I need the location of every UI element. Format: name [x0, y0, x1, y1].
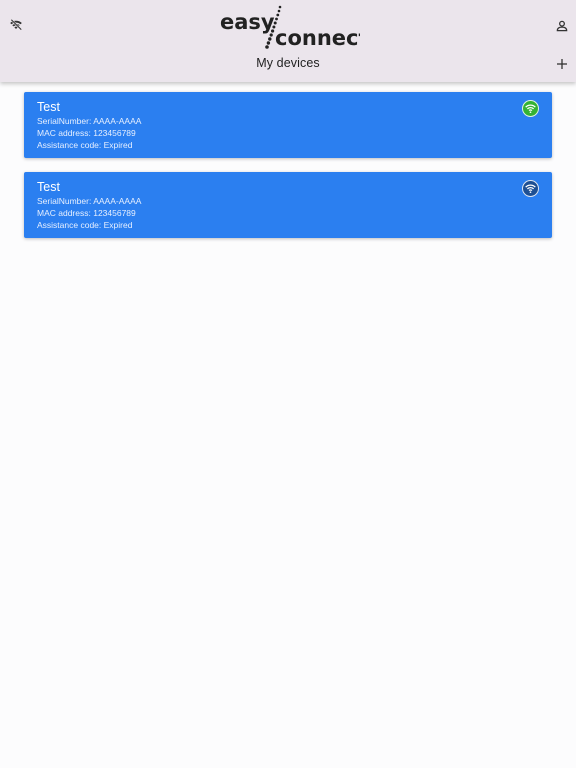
device-name: Test [37, 180, 60, 194]
account-button[interactable] [549, 13, 575, 39]
app-header: easy connect My devices [0, 0, 576, 82]
logo-text-connect: connect [275, 26, 360, 50]
device-name: Test [37, 100, 60, 114]
device-serial: SerialNumber: AAAA-AAAA [37, 196, 142, 206]
account-icon [556, 20, 568, 32]
device-assistance-code: Assistance code: Expired [37, 220, 133, 230]
logo-text-easy: easy [220, 10, 275, 34]
add-device-button[interactable] [549, 51, 575, 77]
wifi-offline-icon [522, 180, 539, 197]
page-title: My devices [256, 56, 320, 70]
easyconnect-logo: easy connect [220, 3, 360, 53]
device-serial: SerialNumber: AAAA-AAAA [37, 116, 142, 126]
wifi-online-icon [522, 100, 539, 117]
device-card[interactable]: Test SerialNumber: AAAA-AAAA MAC address… [24, 172, 552, 238]
device-assistance-code: Assistance code: Expired [37, 140, 133, 150]
device-mac: MAC address: 123456789 [37, 128, 136, 138]
plus-icon [557, 59, 567, 69]
wifi-off-button[interactable] [3, 12, 29, 38]
device-card[interactable]: Test SerialNumber: AAAA-AAAA MAC address… [24, 92, 552, 158]
wifi-off-icon [10, 19, 22, 31]
device-list: Test SerialNumber: AAAA-AAAA MAC address… [24, 92, 552, 252]
device-mac: MAC address: 123456789 [37, 208, 136, 218]
